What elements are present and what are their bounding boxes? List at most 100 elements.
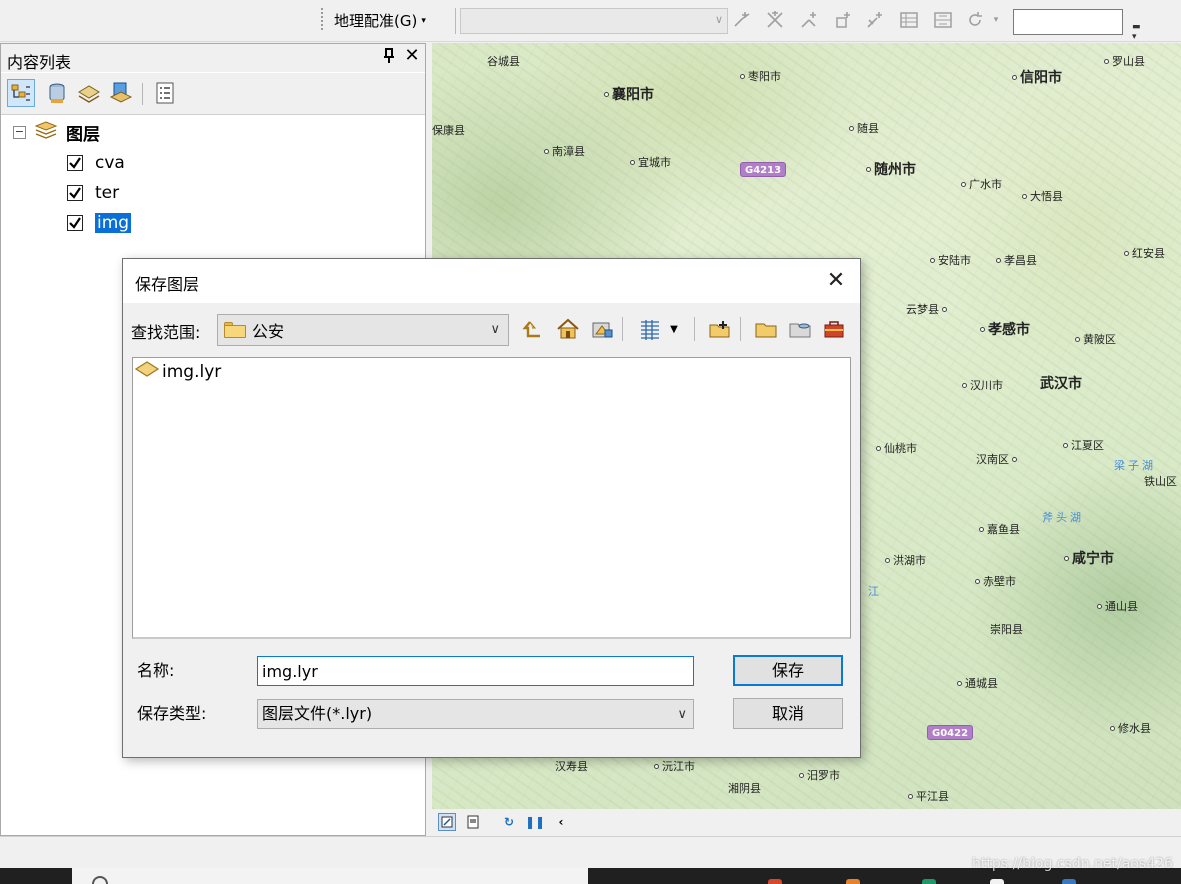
map-label: 汨罗市 xyxy=(799,767,840,783)
taskbar-app-icon[interactable] xyxy=(1062,879,1076,884)
pin-icon[interactable] xyxy=(381,48,397,66)
scale-points-icon[interactable] xyxy=(864,9,886,31)
taskbar-app-icon[interactable] xyxy=(922,879,936,884)
tree-row-layer-img[interactable]: img xyxy=(67,210,132,236)
shift-points-icon[interactable] xyxy=(832,9,854,31)
refresh-icon[interactable]: ↻ xyxy=(500,813,518,831)
save-layer-dialog: 保存图层 ✕ 查找范围: 公安 ∨ ▼ img.lyr 名称: img.lyr … xyxy=(122,258,861,758)
view-menu-icon[interactable] xyxy=(637,315,663,343)
map-label: 随州市 xyxy=(866,159,916,179)
toolbar-text-box[interactable] xyxy=(1013,9,1123,35)
map-label: 枣阳市 xyxy=(740,68,781,84)
save-as-type-value: 图层文件(*.lyr) xyxy=(262,704,373,723)
layer-visibility-checkbox[interactable] xyxy=(67,185,83,201)
close-icon[interactable]: ✕ xyxy=(403,47,421,65)
toolbar-grip[interactable] xyxy=(321,8,324,30)
map-label: 孝昌县 xyxy=(996,252,1037,268)
save-button[interactable]: 保存 xyxy=(733,655,843,686)
view-registration-icon[interactable] xyxy=(932,9,954,31)
file-name-input[interactable] xyxy=(257,656,694,686)
tree-label-layers: 图层 xyxy=(66,124,100,145)
map-label: 通城县 xyxy=(957,675,998,691)
look-in-value: 公安 xyxy=(252,322,285,341)
tree-row-layer-cva[interactable]: cva xyxy=(67,150,125,176)
rotate-points-icon[interactable] xyxy=(798,9,820,31)
map-label: 平江县 xyxy=(908,788,949,804)
toc-options-icon[interactable] xyxy=(151,79,179,107)
map-label: 谷城县 xyxy=(487,55,520,68)
map-water-label: 梁子湖 xyxy=(1114,459,1156,472)
map-water-label: 江 xyxy=(868,585,882,598)
list-by-source-icon[interactable] xyxy=(43,79,71,107)
link-table-points-icon[interactable] xyxy=(764,9,786,31)
connect-folder-icon[interactable] xyxy=(589,315,615,343)
layer-visibility-checkbox[interactable] xyxy=(67,215,83,231)
chevron-left-icon[interactable]: ‹ xyxy=(552,813,570,831)
up-one-level-icon[interactable] xyxy=(521,315,547,343)
map-label: 孝感市 xyxy=(980,319,1030,339)
map-label: 通山县 xyxy=(1097,598,1138,614)
taskbar-app-icon[interactable] xyxy=(768,879,782,884)
map-label: 大悟县 xyxy=(1022,188,1063,204)
data-view-icon[interactable] xyxy=(438,813,456,831)
road-shield: G0422 xyxy=(927,725,974,740)
pause-drawing-icon[interactable]: ❚❚ xyxy=(525,813,545,831)
map-label: 修水县 xyxy=(1110,720,1151,736)
layout-view-icon[interactable] xyxy=(464,813,482,831)
taskbar-app-icon[interactable] xyxy=(846,879,860,884)
auto-adjust-icon[interactable] xyxy=(964,9,986,31)
toolbar-separator xyxy=(694,317,695,341)
chevron-down-icon[interactable]: ▼ xyxy=(667,315,681,343)
toc-title: 内容列表 xyxy=(7,53,72,72)
collapse-icon[interactable]: − xyxy=(13,125,26,139)
chevron-down-icon: ∨ xyxy=(490,322,500,337)
list-by-drawing-order-icon[interactable] xyxy=(7,79,35,107)
toolbar-separator xyxy=(142,83,143,105)
toolbox-icon[interactable] xyxy=(821,315,847,343)
map-label: 崇阳县 xyxy=(990,623,1023,636)
close-icon[interactable]: ✕ xyxy=(819,267,853,297)
save-as-type-dropdown[interactable]: 图层文件(*.lyr) ∨ xyxy=(257,699,694,729)
map-label: 武汉市 xyxy=(1040,376,1082,392)
list-by-selection-icon[interactable] xyxy=(107,79,135,107)
toolbar-overflow-icon[interactable]: ▬ ▾ xyxy=(1132,22,1144,42)
chevron-down-icon[interactable]: ▾ xyxy=(990,9,1002,31)
list-by-visibility-icon[interactable] xyxy=(75,79,103,107)
map-view-bar: ↻ ❚❚ ‹ xyxy=(432,809,1181,836)
file-list-item[interactable]: img.lyr xyxy=(134,360,221,384)
new-folder-icon[interactable] xyxy=(707,315,733,343)
georeferencing-menu[interactable]: 地理配准(G) ▾ xyxy=(334,10,426,32)
chevron-down-icon: ▾ xyxy=(421,16,426,26)
toolbar-separator xyxy=(740,317,741,341)
tree-row-layers-root[interactable]: − 图层 xyxy=(13,119,100,145)
map-label: 汉寿县 xyxy=(555,760,588,773)
map-label: 保康县 xyxy=(432,124,465,137)
folder-icon[interactable] xyxy=(753,315,779,343)
taskbar-search-box[interactable] xyxy=(72,868,588,884)
map-water-label: 斧头湖 xyxy=(1042,511,1084,524)
map-label: 安陆市 xyxy=(930,252,971,268)
taskbar-app-icon[interactable] xyxy=(990,879,1004,884)
tree-row-layer-ter[interactable]: ter xyxy=(67,180,119,206)
toolbar-separator xyxy=(622,317,623,341)
map-label: 罗山县 xyxy=(1104,53,1145,69)
chevron-down-icon: ∨ xyxy=(714,13,723,26)
map-label: 洪湖市 xyxy=(885,552,926,568)
map-label: 南漳县 xyxy=(544,143,585,159)
add-control-points-icon[interactable] xyxy=(732,9,754,31)
look-in-dropdown[interactable]: 公安 ∨ xyxy=(217,314,509,346)
cancel-button[interactable]: 取消 xyxy=(733,698,843,729)
toc-titlebar: 内容列表 ✕ xyxy=(1,44,425,72)
folder-icon xyxy=(224,322,246,338)
georeferencing-layer-combo[interactable]: ∨ xyxy=(460,8,728,34)
layer-visibility-checkbox[interactable] xyxy=(67,155,83,171)
view-link-table-icon[interactable] xyxy=(898,9,920,31)
database-folder-icon[interactable] xyxy=(787,315,813,343)
map-label: 赤壁市 xyxy=(975,573,1016,589)
home-folder-icon[interactable] xyxy=(555,315,581,343)
layer-name: ter xyxy=(95,183,120,203)
map-label: 襄阳市 xyxy=(604,84,654,104)
file-list[interactable]: img.lyr xyxy=(132,357,851,639)
chevron-down-icon: ∨ xyxy=(677,707,687,722)
map-label: 铁山区 xyxy=(1144,475,1177,488)
